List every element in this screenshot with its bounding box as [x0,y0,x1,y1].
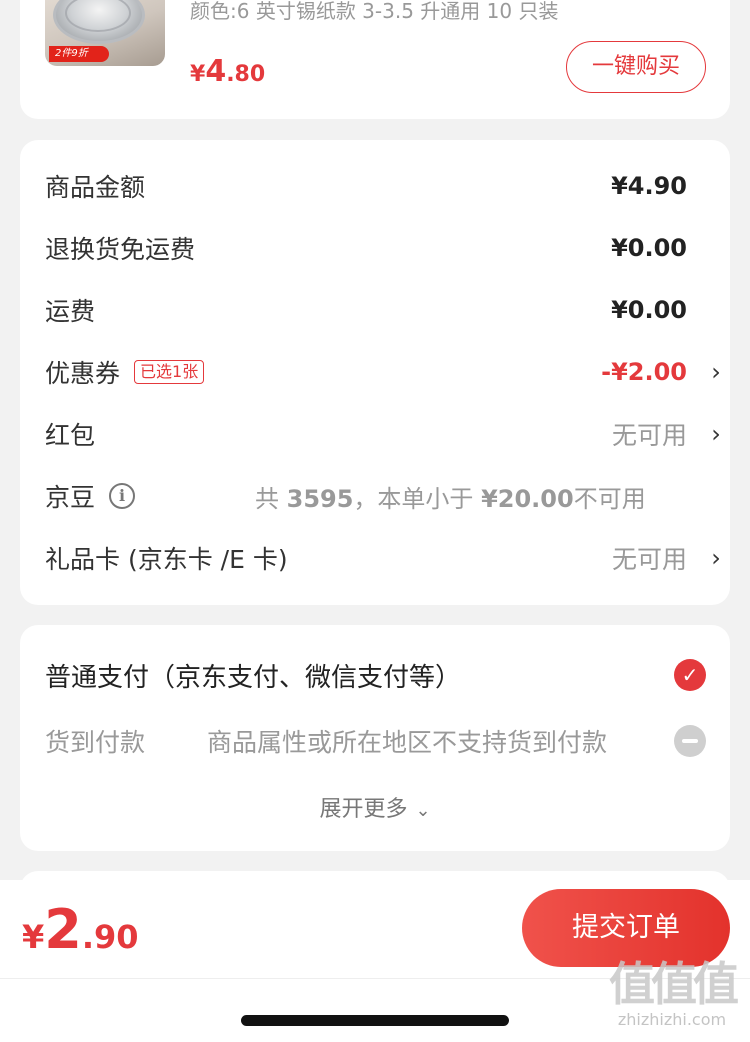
jd-beans-status: 共 3595，本单小于 ¥20.00不可用 [255,479,646,514]
one-click-buy-button[interactable]: 一键购买 [566,41,706,93]
info-icon[interactable]: i [109,483,136,509]
payment-method-card: 普通支付（京东支付、微信支付等） ✓ 货到付款 商品属性或所在地区不支持货到付款… [20,625,730,851]
summary-label: 退换货免运费 [45,235,196,264]
payment-option-note: 商品属性或所在地区不支持货到付款 [207,728,608,757]
jd-beans-tail: 不可用 [573,484,646,513]
product-thumbnail[interactable]: 2件9折 [45,0,165,66]
summary-value: ¥0.00 [611,296,687,324]
order-confirm-page: 2件9折 颜色:6 英寸锡纸款 3-3.5 升通用 10 只装 ¥4.80 一键… [0,0,750,1042]
summary-value: ¥4.90 [611,172,687,200]
order-summary-card: 商品金额 ¥4.90 退换货免运费 ¥0.00 运费 ¥0.00 优惠券 已选1… [20,140,730,605]
promo-tag: 2件9折 [49,46,109,62]
submit-order-button[interactable]: 提交订单 [522,889,730,967]
chevron-right-icon: › [711,358,721,386]
price-symbol: ¥ [190,62,206,87]
summary-label: 优惠券 [45,359,121,388]
summary-value: ¥0.00 [611,234,687,262]
total-price: ¥2.90 [22,898,139,961]
watermark-text: 值值值 [609,957,739,1011]
summary-row-gift-card[interactable]: 礼品卡 (京东卡 /E 卡) 无可用 › [45,527,721,589]
expand-more-label: 展开更多 [319,797,408,822]
jd-beans-suffix: ，本单小于 [353,484,474,513]
payment-option-label: 货到付款 [45,728,146,757]
summary-row-red-packet[interactable]: 红包 无可用 › [45,403,721,465]
product-spec: 颜色:6 英寸锡纸款 3-3.5 升通用 10 只装 [190,0,559,23]
chevron-down-icon: ⌄ [415,800,431,821]
summary-label: 运费 [45,297,96,326]
summary-label: 商品金额 [45,173,146,202]
coupon-discount-value: -¥2.00 [601,358,687,386]
payment-option-cod: 货到付款 商品属性或所在地区不支持货到付款 [45,723,706,759]
summary-value: 无可用 [611,421,687,450]
product-price: ¥4.80 [190,54,265,89]
summary-row-jd-beans: 京豆 i 共 3595，本单小于 ¥20.00不可用 [45,465,705,527]
summary-row-shipping: 运费 ¥0.00 [45,279,705,341]
disabled-icon [674,725,706,757]
jd-beans-threshold: ¥20.00 [481,484,574,513]
price-decimal: .80 [226,62,266,87]
summary-row-goods-amount: 商品金额 ¥4.90 [45,155,705,217]
jd-beans-count: 3595 [286,484,354,513]
summary-label: 京豆 [45,483,96,512]
watermark-site: zhizhizhi.com [617,1010,727,1029]
total-symbol: ¥ [22,918,45,956]
summary-label: 红包 [45,421,96,450]
product-card: 2件9折 颜色:6 英寸锡纸款 3-3.5 升通用 10 只装 ¥4.80 一键… [20,0,730,119]
jd-beans-prefix: 共 [255,484,279,513]
expand-more-button[interactable]: 展开更多 ⌄ [20,791,730,823]
price-integer: 4 [205,54,227,89]
total-integer: 2 [44,898,82,961]
payment-option-label: 普通支付（京东支付、微信支付等） [45,662,462,693]
summary-value: 无可用 [611,545,687,574]
watermark-logo: 值值值 zhizhizhi.com [597,958,747,1038]
total-decimal: .90 [81,918,139,956]
chevron-right-icon: › [711,544,721,572]
home-indicator[interactable] [241,1015,509,1026]
coupon-selected-badge: 已选1张 [134,360,205,384]
payment-option-standard[interactable]: 普通支付（京东支付、微信支付等） ✓ [45,657,706,693]
summary-row-coupon[interactable]: 优惠券 已选1张 -¥2.00 › [45,341,721,403]
summary-row-return-shipping: 退换货免运费 ¥0.00 [45,217,705,279]
summary-label: 礼品卡 (京东卡 /E 卡) [45,545,288,574]
check-icon[interactable]: ✓ [674,659,706,691]
chevron-right-icon: › [711,420,721,448]
